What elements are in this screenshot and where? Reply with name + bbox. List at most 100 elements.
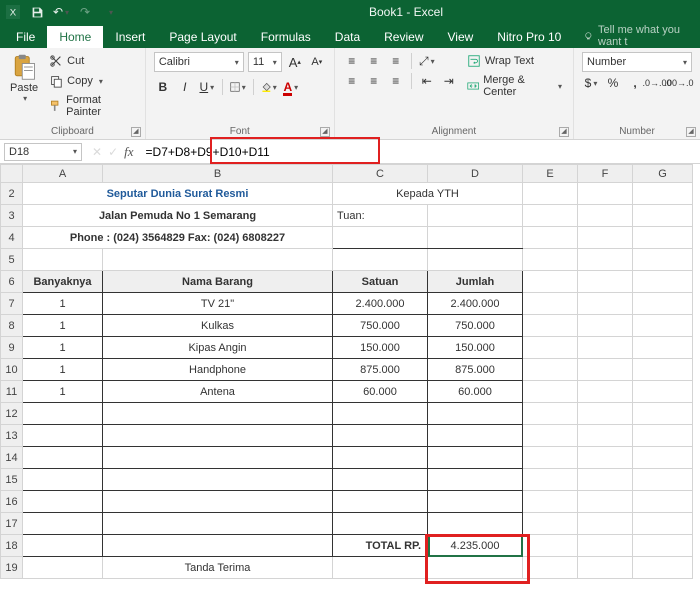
cell[interactable]: [523, 205, 578, 227]
row-header-12[interactable]: 12: [1, 403, 23, 425]
cell[interactable]: TOTAL RP.: [333, 535, 428, 557]
cell[interactable]: [333, 447, 428, 469]
cell[interactable]: [633, 337, 693, 359]
row-header-16[interactable]: 16: [1, 491, 23, 513]
cell[interactable]: Seputar Dunia Surat Resmi: [23, 183, 333, 205]
cell[interactable]: [23, 403, 103, 425]
copy-button[interactable]: Copy▾: [46, 72, 137, 90]
fill-color-button[interactable]: ▾: [260, 78, 278, 96]
cell[interactable]: [333, 227, 428, 249]
spreadsheet-grid[interactable]: ABCDEFG2Seputar Dunia Surat ResmiKepada …: [0, 164, 700, 579]
increase-font-icon[interactable]: A▴: [286, 53, 304, 71]
cancel-formula-icon[interactable]: ✕: [92, 145, 102, 159]
name-box[interactable]: D18▾: [4, 143, 82, 161]
tab-review[interactable]: Review: [372, 26, 435, 48]
cell[interactable]: [578, 425, 633, 447]
cell[interactable]: [23, 535, 103, 557]
row-header-3[interactable]: 3: [1, 205, 23, 227]
cell[interactable]: [428, 205, 523, 227]
cell[interactable]: 750.000: [428, 315, 523, 337]
comma-format-button[interactable]: ,: [626, 74, 644, 92]
row-header-11[interactable]: 11: [1, 381, 23, 403]
align-middle-icon[interactable]: ≡: [365, 52, 383, 70]
dialog-launcher-icon[interactable]: ◢: [686, 127, 696, 137]
cell[interactable]: [428, 227, 523, 249]
number-format-combo[interactable]: Number▾: [582, 52, 692, 72]
accounting-format-button[interactable]: $▾: [582, 74, 600, 92]
cell[interactable]: [578, 249, 633, 271]
tab-page-layout[interactable]: Page Layout: [157, 26, 248, 48]
formula-input[interactable]: [140, 142, 700, 162]
font-size-combo[interactable]: 11▾: [248, 52, 282, 72]
cell[interactable]: [523, 535, 578, 557]
cell[interactable]: [578, 205, 633, 227]
dialog-launcher-icon[interactable]: ◢: [320, 127, 330, 137]
cell[interactable]: [103, 403, 333, 425]
tab-nitro[interactable]: Nitro Pro 10: [485, 26, 573, 48]
cell[interactable]: Satuan: [333, 271, 428, 293]
cell[interactable]: [633, 381, 693, 403]
row-header-5[interactable]: 5: [1, 249, 23, 271]
cell[interactable]: [633, 491, 693, 513]
cell[interactable]: 1: [23, 381, 103, 403]
font-name-combo[interactable]: Calibri▾: [154, 52, 244, 72]
col-header-D[interactable]: D: [428, 165, 523, 183]
cell[interactable]: [23, 425, 103, 447]
align-top-icon[interactable]: ≡: [343, 52, 361, 70]
row-header-18[interactable]: 18: [1, 535, 23, 557]
tell-me-search[interactable]: Tell me what you want t: [583, 24, 700, 48]
align-bottom-icon[interactable]: ≡: [387, 52, 405, 70]
cell[interactable]: 1: [23, 315, 103, 337]
cell[interactable]: [578, 315, 633, 337]
cell[interactable]: Tanda Terima: [103, 557, 333, 579]
dialog-launcher-icon[interactable]: ◢: [559, 127, 569, 137]
cell[interactable]: 150.000: [428, 337, 523, 359]
cell[interactable]: [578, 447, 633, 469]
cell[interactable]: [428, 447, 523, 469]
wrap-text-button[interactable]: Wrap Text: [464, 52, 565, 70]
col-header-A[interactable]: A: [23, 165, 103, 183]
cell[interactable]: [428, 557, 523, 579]
cell[interactable]: [523, 469, 578, 491]
align-left-icon[interactable]: ≡: [343, 72, 361, 90]
cell[interactable]: [578, 271, 633, 293]
cell[interactable]: [103, 425, 333, 447]
cell[interactable]: [428, 491, 523, 513]
cell[interactable]: [523, 359, 578, 381]
cell[interactable]: [578, 227, 633, 249]
align-center-icon[interactable]: ≡: [365, 72, 383, 90]
cell[interactable]: [23, 249, 103, 271]
cell[interactable]: [578, 557, 633, 579]
cell[interactable]: [23, 447, 103, 469]
cell[interactable]: [103, 491, 333, 513]
cell[interactable]: [633, 249, 693, 271]
tab-formulas[interactable]: Formulas: [249, 26, 323, 48]
redo-icon[interactable]: ↷: [78, 5, 92, 19]
cell[interactable]: 875.000: [333, 359, 428, 381]
cell[interactable]: [103, 513, 333, 535]
undo-icon[interactable]: ↶▾: [54, 5, 68, 19]
cell[interactable]: [578, 513, 633, 535]
cell[interactable]: [633, 447, 693, 469]
cell[interactable]: Kipas Angin: [103, 337, 333, 359]
cell[interactable]: [578, 403, 633, 425]
increase-indent-icon[interactable]: ⇥: [440, 72, 458, 90]
cell[interactable]: 750.000: [333, 315, 428, 337]
cell[interactable]: [633, 315, 693, 337]
tab-home[interactable]: Home: [47, 26, 103, 48]
cell[interactable]: 1: [23, 359, 103, 381]
cell[interactable]: [578, 469, 633, 491]
cell[interactable]: [428, 425, 523, 447]
cell[interactable]: [523, 183, 578, 205]
cell[interactable]: Kepada YTH: [333, 183, 523, 205]
align-right-icon[interactable]: ≡: [387, 72, 405, 90]
cell[interactable]: [23, 513, 103, 535]
selected-cell[interactable]: 4.235.000: [428, 535, 523, 557]
cell[interactable]: [633, 425, 693, 447]
cell[interactable]: 60.000: [333, 381, 428, 403]
cell[interactable]: [578, 359, 633, 381]
cell[interactable]: [23, 491, 103, 513]
cell[interactable]: [428, 469, 523, 491]
format-painter-button[interactable]: Format Painter: [46, 92, 137, 120]
underline-button[interactable]: U▾: [198, 78, 216, 96]
